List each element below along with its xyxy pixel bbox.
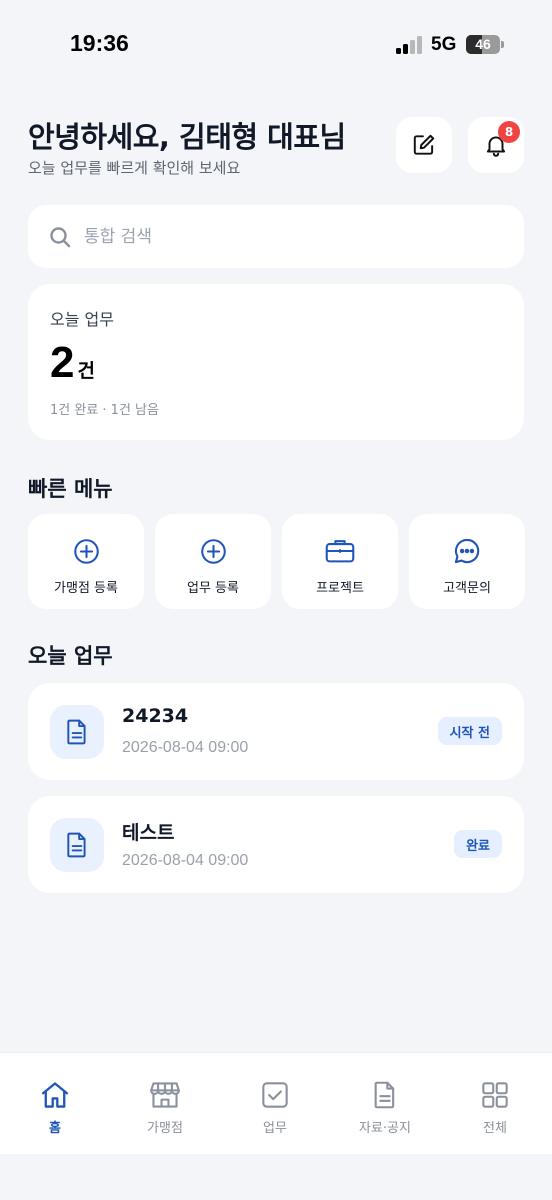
battery-tip — [501, 41, 504, 48]
summary-detail: 1건 완료 · 1건 남음 — [50, 403, 159, 418]
compose-button[interactable] — [396, 117, 452, 173]
notification-badge: 8 — [498, 121, 520, 143]
task-card[interactable]: 24234 2026-08-04 09:00 시작 전 — [28, 683, 524, 780]
status-badge: 완료 — [454, 830, 502, 858]
store-icon — [150, 1082, 180, 1108]
task-card[interactable]: 테스트 2026-08-04 09:00 완료 — [28, 796, 524, 893]
summary-count-number: 2 — [50, 338, 75, 387]
nav-label: 업무 — [263, 1121, 287, 1136]
home-icon — [41, 1082, 69, 1108]
nav-item-all[interactable]: 전체 — [440, 1053, 550, 1155]
task-icon-box — [50, 705, 104, 759]
status-bar: 19:36 5G 46 — [0, 0, 552, 90]
summary-label: 오늘 업무 — [50, 310, 114, 329]
quick-menu-register-task[interactable]: 업무 등록 — [155, 514, 271, 609]
nav-item-store[interactable]: 가맹점 — [110, 1053, 220, 1155]
nav-label: 자료·공지 — [359, 1121, 411, 1136]
plus-circle-icon — [200, 538, 226, 564]
search-input[interactable] — [84, 226, 464, 247]
nav-label: 전체 — [483, 1121, 507, 1136]
quick-menu-title: 빠른 메뉴 — [28, 477, 113, 501]
today-tasks-title: 오늘 업무 — [28, 644, 113, 668]
notification-button[interactable]: 8 — [468, 117, 524, 173]
document-icon — [67, 719, 86, 745]
chat-bubble-icon — [454, 538, 480, 564]
today-summary-card[interactable]: 오늘 업무 2 건 1건 완료 · 1건 남음 — [28, 284, 524, 440]
search-icon — [50, 226, 71, 247]
battery-level: 46 — [475, 36, 491, 52]
summary-count: 2 건 — [50, 338, 95, 388]
document-icon — [67, 832, 86, 858]
search-bar[interactable] — [28, 205, 524, 268]
briefcase-icon — [325, 540, 355, 563]
page-subtitle: 오늘 업무를 빠르게 확인해 보세요 — [28, 159, 241, 177]
task-date: 2026-08-04 09:00 — [122, 739, 249, 756]
quick-menu-label: 가맹점 등록 — [54, 581, 118, 596]
nav-item-tasks[interactable]: 업무 — [220, 1053, 330, 1155]
quick-menu-project[interactable]: 프로젝트 — [282, 514, 398, 609]
nav-label: 홈 — [49, 1121, 61, 1136]
nav-label: 가맹점 — [147, 1121, 183, 1136]
quick-menu-customer-inquiry[interactable]: 고객문의 — [409, 514, 525, 609]
bottom-nav: 홈 가맹점 업무 자료·공지 전체 — [0, 1052, 552, 1154]
status-badge: 시작 전 — [437, 717, 502, 745]
task-title: 테스트 — [122, 822, 175, 844]
quick-menu-register-store[interactable]: 가맹점 등록 — [28, 514, 144, 609]
grid-icon — [482, 1082, 508, 1108]
quick-menu-label: 고객문의 — [443, 581, 491, 596]
checkbox-icon — [262, 1082, 288, 1108]
nav-item-resources[interactable]: 자료·공지 — [330, 1053, 440, 1155]
edit-icon — [413, 134, 435, 155]
battery-icon: 46 — [466, 35, 500, 54]
task-icon-box — [50, 818, 104, 872]
signal-icon — [396, 36, 424, 54]
plus-circle-icon — [73, 538, 99, 564]
task-title: 24234 — [122, 705, 189, 727]
status-time: 19:36 — [70, 30, 129, 56]
network-type: 5G — [431, 34, 457, 55]
page-title: 안녕하세요, 김태형 대표님 — [28, 120, 346, 154]
nav-item-home[interactable]: 홈 — [0, 1053, 110, 1155]
document-icon — [374, 1081, 395, 1109]
quick-menu-label: 업무 등록 — [187, 581, 239, 596]
summary-count-unit: 건 — [77, 360, 95, 382]
quick-menu-label: 프로젝트 — [316, 581, 364, 596]
task-date: 2026-08-04 09:00 — [122, 852, 249, 869]
